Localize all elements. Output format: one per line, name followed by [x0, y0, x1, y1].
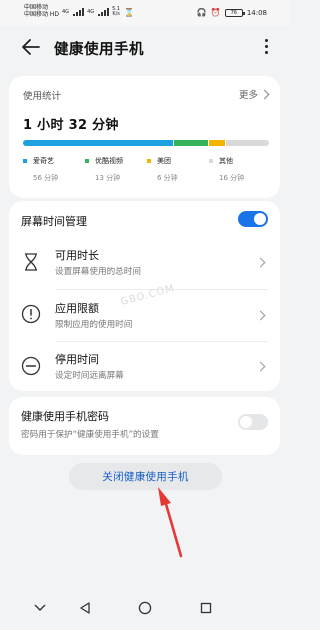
status-right: 🎧 ⏰ 76 14:08 [197, 8, 267, 17]
password-title: 健康使用手机密码 [21, 410, 109, 423]
alarm-icon: ⏰ [210, 8, 221, 17]
headset-icon: 🎧 [196, 8, 207, 17]
password-toggle[interactable] [238, 414, 268, 430]
legend-item: 美团 6 分钟 [147, 156, 178, 183]
clock: 14:08 [246, 8, 267, 17]
carrier-1: 中国移动 [24, 4, 49, 11]
network-type-1: 4G [62, 9, 70, 15]
available-time-sub: 设置屏幕使用的总时间 [55, 267, 141, 277]
signal-icon-2 [98, 8, 110, 16]
password-sub: 密码用于保护“健康使用手机”的设置 [21, 430, 159, 440]
battery-icon: 76 [224, 8, 245, 17]
legend-swatch [209, 159, 213, 163]
app-header: 健康使用手机 [0, 26, 289, 70]
minus-circle-icon [21, 356, 41, 376]
legend-swatch [147, 159, 151, 163]
total-usage-time: 1 小时 32 分钟 [23, 118, 119, 133]
usage-segment [209, 140, 226, 146]
usage-segment [173, 140, 209, 146]
page-title: 健康使用手机 [54, 42, 144, 58]
legend-swatch [23, 159, 27, 163]
legend-app-name: 其他 [219, 157, 233, 165]
legend-item: 其他 16 分钟 [209, 156, 244, 183]
more-options-icon[interactable] [263, 38, 269, 56]
more-link-label: 更多 [238, 90, 258, 101]
home-icon[interactable] [135, 598, 155, 618]
collapse-icon[interactable] [30, 598, 50, 618]
hourglass-status-icon: ⌛ [124, 7, 135, 17]
more-link[interactable]: 更多 [238, 87, 270, 101]
app-limits-sub: 限制应用的使用时间 [55, 320, 133, 330]
available-time-title: 可用时长 [55, 249, 99, 262]
back-arrow-icon[interactable] [20, 36, 42, 58]
legend-duration: 13 分钟 [95, 174, 121, 182]
chevron-right-icon [255, 361, 266, 372]
network-speed: 5.1 K/s [112, 6, 121, 17]
legend-app-name: 优酷视频 [95, 157, 123, 165]
screen-time-toggle-row[interactable]: 屏幕时间管理 [9, 201, 280, 237]
usage-stats-card[interactable]: 使用统计 更多 1 小时 32 分钟 爱奇艺 56 分钟 优酷视频 13 分钟 美团 6 … [9, 76, 280, 198]
close-health-button[interactable]: 关闭健康使用手机 [69, 463, 222, 490]
usage-bar [23, 140, 269, 146]
signal-icon [73, 8, 85, 16]
usage-segment [226, 140, 269, 146]
legend-app-name: 爱奇艺 [33, 157, 54, 165]
status-bar: 中国移动 中国移动 HD 4G 4G 5.1 K/s ⌛ 🎧 ⏰ 76 14:0… [0, 0, 289, 26]
list-item-downtime[interactable]: 停用时间 设定时间远离屏幕 [9, 342, 280, 391]
back-nav-icon[interactable] [75, 598, 95, 618]
password-card[interactable]: 健康使用手机密码 密码用于保护“健康使用手机”的设置 [9, 397, 280, 455]
screen-time-toggle[interactable] [238, 211, 268, 227]
downtime-sub: 设定时间远离屏幕 [55, 371, 124, 381]
legend-duration: 6 分钟 [157, 174, 178, 182]
signal-indicators: 4G 4G 5.1 K/s ⌛ [62, 7, 134, 17]
hourglass-icon [25, 253, 37, 271]
chevron-right-icon [259, 89, 270, 99]
recents-icon[interactable] [196, 598, 216, 618]
info-circle-icon [21, 304, 41, 324]
usage-segment [23, 140, 173, 146]
battery-level: 76 [230, 9, 237, 16]
legend-swatch [85, 159, 89, 163]
downtime-title: 停用时间 [55, 353, 99, 366]
app-limits-title: 应用限额 [55, 302, 99, 315]
navigation-bar [0, 590, 289, 630]
network-type-2: 4G [87, 9, 95, 15]
stats-label: 使用统计 [23, 91, 62, 102]
carrier-2: 中国移动 HD [24, 11, 60, 18]
chevron-right-icon [255, 257, 266, 268]
list-item-available-time[interactable]: 可用时长 设置屏幕使用的总时间 [9, 237, 280, 287]
legend-item: 爱奇艺 56 分钟 [23, 156, 58, 183]
screen-time-title: 屏幕时间管理 [21, 215, 87, 228]
legend-duration: 16 分钟 [219, 174, 245, 182]
legend-duration: 56 分钟 [33, 174, 59, 182]
chevron-right-icon [255, 310, 266, 321]
carrier-info: 中国移动 中国移动 HD [24, 4, 59, 18]
legend-item: 优酷视频 13 分钟 [85, 156, 123, 183]
legend-app-name: 美团 [157, 157, 171, 165]
